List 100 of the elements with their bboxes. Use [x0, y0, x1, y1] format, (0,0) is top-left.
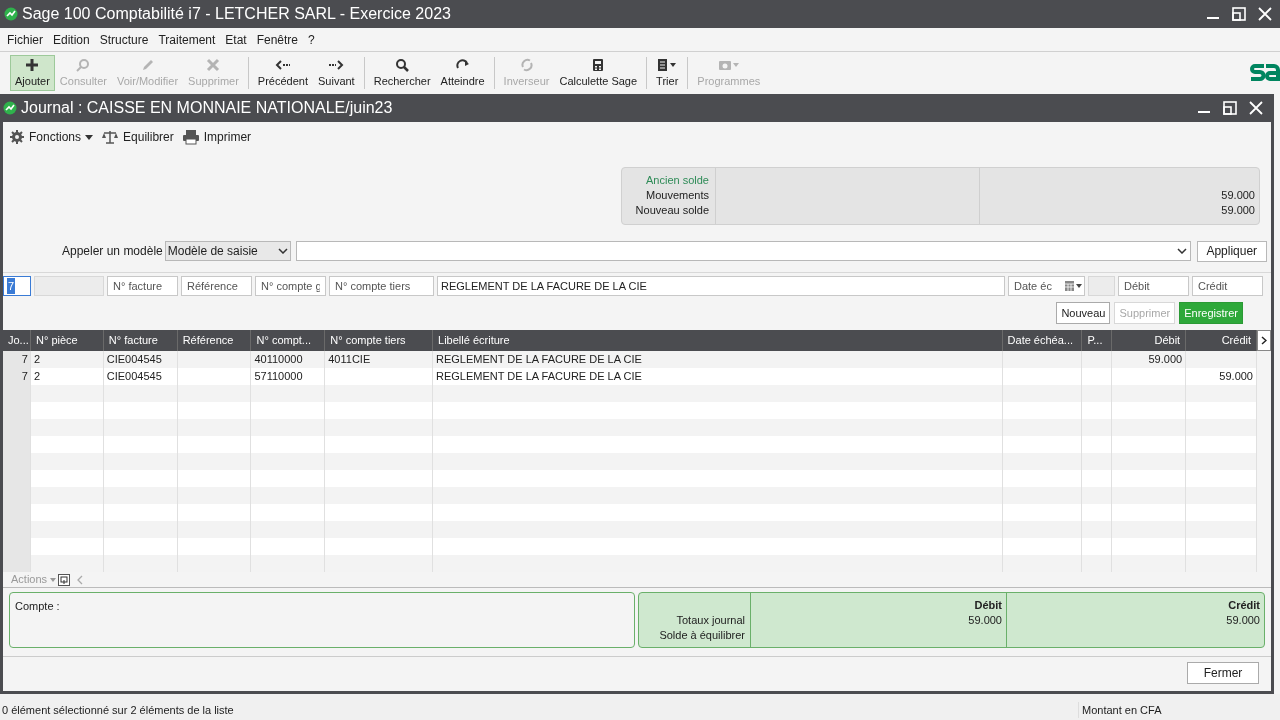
menu-item[interactable]: Structure: [99, 30, 149, 49]
gear-icon: [9, 129, 25, 145]
account-label: Compte :: [15, 600, 60, 612]
column-header[interactable]: N° pièce: [36, 332, 78, 349]
toolbar-button[interactable]: Ajouter: [10, 55, 55, 91]
table-row[interactable]: [3, 436, 1257, 453]
input-field[interactable]: Référence: [181, 276, 252, 296]
toolbar-button[interactable]: Calculette Sage: [554, 55, 643, 91]
balance-value: 59.000: [1221, 188, 1255, 203]
date-field[interactable]: Date éc: [1008, 276, 1085, 296]
balance-label: Mouvements: [646, 188, 709, 203]
table-row[interactable]: [3, 538, 1257, 555]
model-dropdown[interactable]: Modèle de saisie: [164, 241, 291, 261]
table-row[interactable]: 7 2 CIE004545 57110000 REGLEMENT DE LA FACURE DE LA CIE 59.000: [3, 368, 1257, 385]
table-cell-text: REGLEMENT DE LA FACURE DE LA CIE: [436, 352, 642, 368]
toolbar-button[interactable]: Rechercher: [368, 55, 436, 91]
input-field[interactable]: 7: [3, 276, 31, 296]
column-header[interactable]: Référence: [182, 332, 234, 349]
table-cell-text: CIE004545: [106, 369, 162, 385]
table-row[interactable]: [3, 453, 1257, 470]
toolbar-button[interactable]: Trier: [651, 55, 684, 91]
close-icon: [1258, 7, 1272, 21]
balance-label: Nouveau solde: [635, 203, 709, 218]
column-header[interactable]: N° compt...: [256, 332, 311, 349]
totals-value: 59.000: [968, 613, 1002, 628]
minimize-icon: [1197, 111, 1211, 113]
menu-item[interactable]: Fichier: [7, 30, 43, 49]
app-logo-icon: [4, 7, 18, 21]
caret-icon: [85, 134, 94, 140]
input-field[interactable]: Crédit: [1192, 276, 1263, 296]
table-row[interactable]: [3, 385, 1257, 402]
menu-item[interactable]: Fenêtre: [256, 30, 299, 49]
cross-icon: [206, 57, 221, 72]
table-row[interactable]: [3, 470, 1257, 487]
plus-icon: [25, 57, 40, 72]
totals-label: Totaux journal: [676, 613, 745, 628]
table-cell-text: 57110000: [254, 369, 303, 385]
list-icon: [657, 57, 678, 72]
chevron-down-icon: [1176, 248, 1187, 254]
right-arrow-icon: [328, 57, 345, 72]
table-row[interactable]: [3, 504, 1257, 521]
app-logo-icon: [3, 101, 17, 115]
template-dropdown[interactable]: [295, 241, 1191, 261]
scale-icon: [101, 129, 120, 145]
date-input[interactable]: Date éc: [1014, 277, 1064, 295]
pencil-icon: [140, 57, 155, 72]
column-header[interactable]: Libellé écriture: [438, 332, 510, 349]
chevron-down-icon: [277, 248, 288, 254]
column-header[interactable]: Date échéa...: [1007, 332, 1073, 349]
menu-item[interactable]: ?: [308, 30, 315, 49]
toolbar-button[interactable]: Fonctions: [9, 128, 94, 146]
row-header: [3, 555, 31, 572]
menu-item[interactable]: Etat: [225, 30, 247, 49]
minimize-icon: [1206, 17, 1220, 19]
input-field[interactable]: [1088, 276, 1115, 296]
sage-logo-icon: [1250, 62, 1280, 84]
table-row[interactable]: [3, 555, 1257, 572]
close-button[interactable]: Fermer: [1187, 662, 1259, 684]
layout-icon: [58, 573, 71, 586]
table-cell-text: 40110000: [254, 352, 303, 368]
search-icon: [76, 57, 91, 72]
toolbar-button[interactable]: Imprimer: [181, 128, 252, 146]
input-field[interactable]: N° compte tiers: [329, 276, 434, 296]
calculator-icon: [592, 57, 605, 72]
action-button[interactable]: Nouveau: [1056, 302, 1111, 324]
toolbar-button[interactable]: Equilibrer: [101, 128, 174, 146]
table-cell-text: 7: [21, 352, 28, 368]
table-row[interactable]: [3, 419, 1257, 436]
scroll-left-icon: [76, 574, 85, 585]
refresh-icon: [519, 57, 534, 72]
column-header[interactable]: N° facture: [108, 332, 158, 349]
column-header[interactable]: Crédit: [1221, 332, 1251, 349]
status-text: 0 élément sélectionné sur 2 éléments de la liste: [1, 702, 235, 718]
menu-item[interactable]: Traitement: [158, 30, 216, 49]
input-field[interactable]: [34, 276, 104, 296]
table-row[interactable]: 7 2 CIE004545 40110000 4011CIE REGLEMENT DE LA FACURE DE LA CIE 59.000: [3, 351, 1257, 368]
column-header[interactable]: N° compte tiers: [330, 332, 406, 349]
totals-header: Crédit: [1228, 598, 1260, 613]
table-cell-text: 59.000: [1219, 369, 1253, 385]
toolbar-button[interactable]: Atteindre: [435, 55, 490, 91]
toolbar-button[interactable]: Précédent: [252, 55, 313, 91]
menu-item[interactable]: Edition: [53, 30, 90, 49]
column-header[interactable]: Jo...: [8, 332, 29, 349]
status-text: Montant en CFA: [1078, 701, 1162, 718]
caret-icon: [50, 577, 57, 582]
column-header[interactable]: P...: [1087, 332, 1103, 349]
input-field[interactable]: Débit: [1118, 276, 1189, 296]
table-row[interactable]: [3, 521, 1257, 538]
search-icon: [395, 57, 410, 72]
input-field[interactable]: N° facture: [107, 276, 178, 296]
table-cell-text: 7: [21, 369, 28, 385]
scroll-right-button[interactable]: [1257, 330, 1271, 351]
column-header[interactable]: Débit: [1154, 332, 1181, 349]
table-row[interactable]: [3, 487, 1257, 504]
window-title: Journal : CAISSE EN MONNAIE NATIONALE/juin23: [21, 98, 393, 118]
table-row[interactable]: [3, 402, 1257, 419]
input-field[interactable]: REGLEMENT DE LA FACURE DE LA CIE: [437, 276, 1005, 296]
apply-button[interactable]: Appliquer: [1196, 240, 1267, 262]
toolbar-button[interactable]: Suivant: [313, 55, 360, 91]
calendar-icon[interactable]: [1064, 280, 1082, 292]
